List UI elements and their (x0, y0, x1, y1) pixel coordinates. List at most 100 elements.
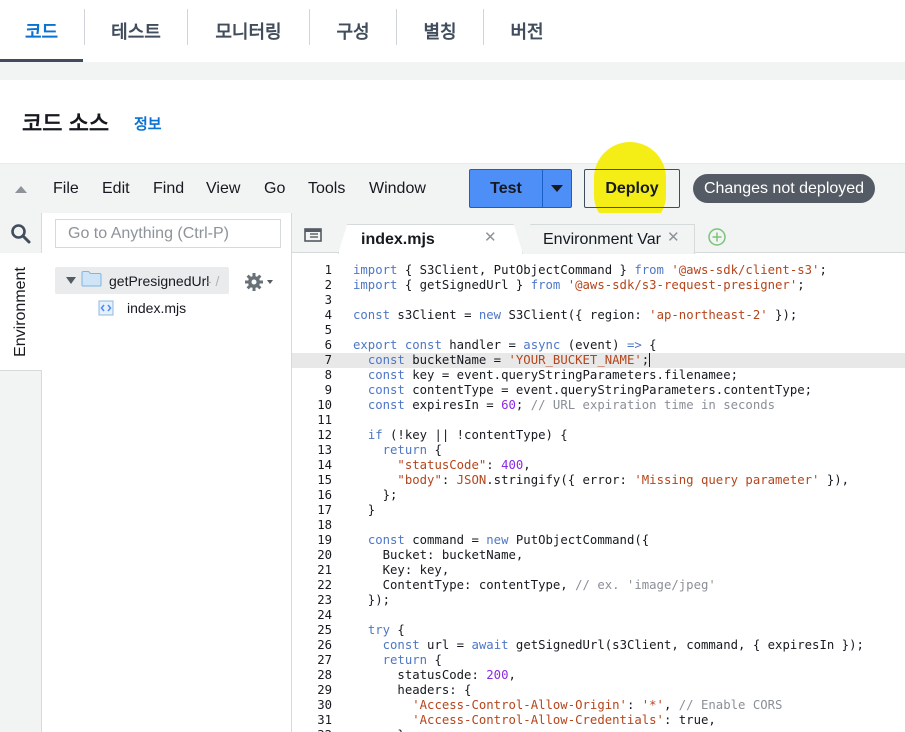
line-number: 21 (317, 563, 332, 577)
code-line[interactable]: 30 'Access-Control-Allow-Origin': '*', /… (292, 698, 905, 713)
line-number: 25 (317, 623, 332, 637)
tab-test[interactable]: 테스트 (85, 0, 187, 62)
code-line[interactable]: 28 statusCode: 200, (292, 668, 905, 683)
folder-name: getPresignedUrl (109, 273, 210, 289)
line-number: 26 (317, 638, 332, 652)
environment-tab-label: Environment (12, 267, 29, 357)
code-line[interactable]: 3 (292, 293, 905, 308)
code-line[interactable]: 31 'Access-Control-Allow-Credentials': t… (292, 713, 905, 728)
code-line[interactable]: 10 const expiresIn = 60; // URL expirati… (292, 398, 905, 413)
code-line[interactable]: 2 import { getSignedUrl } from '@aws-sdk/… (292, 278, 905, 293)
tab-aliases[interactable]: 별칭 (397, 0, 483, 62)
line-number: 10 (317, 398, 332, 412)
menu-window[interactable]: Window (369, 180, 426, 198)
code-line[interactable]: 17 } (292, 503, 905, 518)
line-number: 19 (317, 533, 332, 547)
line-content: import { getSignedUrl } from '@aws-sdk/s… (353, 278, 805, 292)
line-number: 18 (317, 518, 332, 532)
code-line[interactable]: 25 try { (292, 623, 905, 638)
line-content: const contentType = event.queryStringPar… (367, 383, 813, 397)
info-link[interactable]: 정보 (134, 113, 162, 134)
tab-code[interactable]: 코드 (0, 0, 83, 62)
line-content: }; (353, 488, 398, 502)
line-content: const bucketName = 'YOUR_BUCKET_NAME'; (367, 353, 650, 367)
code-line[interactable]: 20 Bucket: bucketName, (292, 548, 905, 563)
code-line[interactable]: 27 return { (292, 653, 905, 668)
search-toggle[interactable] (0, 213, 42, 253)
menu-file[interactable]: File (53, 180, 79, 198)
line-number: 17 (317, 503, 332, 517)
menu-go[interactable]: Go (264, 180, 285, 198)
section-spacer (0, 62, 905, 80)
code-line[interactable]: 26 const url = await getSignedUrl(s3Clie… (292, 638, 905, 653)
line-number: 16 (317, 488, 332, 502)
line-content: Key: key, (353, 563, 450, 577)
tab-menu-icon[interactable] (304, 228, 322, 242)
close-icon[interactable]: ✕ (667, 228, 680, 246)
line-number: 28 (317, 668, 332, 682)
menu-edit[interactable]: Edit (102, 180, 130, 198)
code-line[interactable]: 16 }; (292, 488, 905, 503)
tab-versions[interactable]: 버전 (484, 0, 570, 62)
line-number: 11 (317, 413, 332, 427)
code-line[interactable]: 32 }, (292, 728, 905, 732)
line-number: 23 (317, 593, 332, 607)
code-line[interactable]: 6 export const handler = async (event) =>… (292, 338, 905, 353)
code-line[interactable]: 9 const contentType = event.queryStringP… (292, 383, 905, 398)
code-line[interactable]: 23 }); (292, 593, 905, 608)
triangle-up-icon[interactable] (15, 186, 27, 193)
code-line[interactable]: 11 (292, 413, 905, 428)
code-line[interactable]: 19 const command = new PutObjectCommand(… (292, 533, 905, 548)
chevron-down-icon[interactable] (267, 280, 273, 284)
code-line[interactable]: 7 const bucketName = 'YOUR_BUCKET_NAME'; (292, 353, 905, 368)
tab-configuration[interactable]: 구성 (310, 0, 396, 62)
line-number: 14 (317, 458, 332, 472)
line-number: 27 (317, 653, 332, 667)
code-line[interactable]: 13 return { (292, 443, 905, 458)
caret-down-icon[interactable] (66, 277, 76, 284)
code-line[interactable]: 5 (292, 323, 905, 338)
line-content: }, (353, 728, 412, 732)
code-line[interactable]: 8 const key = event.queryStringParameter… (292, 368, 905, 383)
line-content: const s3Client = new S3Client({ region: … (353, 308, 798, 322)
code-line[interactable]: 22 ContentType: contentType, // ex. 'ima… (292, 578, 905, 593)
tab-monitoring[interactable]: 모니터링 (188, 0, 309, 62)
line-content: Bucket: bucketName, (353, 548, 524, 562)
code-line[interactable]: 21 Key: key, (292, 563, 905, 578)
line-content: } (353, 503, 376, 517)
line-number: 32 (292, 728, 332, 732)
file-item-index[interactable]: index.mjs (127, 300, 186, 316)
code-line[interactable]: 24 (292, 608, 905, 623)
menu-find[interactable]: Find (153, 180, 184, 198)
menu-view[interactable]: View (206, 180, 240, 198)
line-content: const command = new PutObjectCommand({ (367, 533, 650, 547)
code-line[interactable]: 1 import { S3Client, PutObjectCommand } f… (292, 263, 905, 278)
go-to-anything-input[interactable] (55, 219, 281, 248)
line-content: export const handler = async (event) => … (353, 338, 657, 352)
line-number: 22 (317, 578, 332, 592)
line-number: 8 (324, 368, 332, 382)
test-dropdown-button[interactable] (543, 170, 571, 207)
line-number: 30 (317, 698, 332, 712)
code-line[interactable]: 4 const s3Client = new S3Client({ region:… (292, 308, 905, 323)
close-icon[interactable]: ✕ (484, 228, 497, 246)
code-line[interactable]: 12 if (!key || !contentType) { (292, 428, 905, 443)
plus-circle-icon[interactable] (707, 227, 727, 247)
editor-tab-environment-label: Environment Var (543, 231, 661, 248)
line-content: }); (353, 593, 391, 607)
line-content: const url = await getSignedUrl(s3Client,… (382, 638, 864, 652)
gear-icon[interactable] (244, 272, 264, 292)
code-line[interactable]: 18 (292, 518, 905, 533)
test-button[interactable]: Test (470, 170, 543, 207)
function-tabs: 코드 테스트 모니터링 구성 별칭 버전 (0, 0, 905, 62)
deploy-button[interactable]: Deploy (584, 169, 680, 208)
line-content: "statusCode": 400, (397, 458, 531, 472)
code-line[interactable]: 29 headers: { (292, 683, 905, 698)
code-editor[interactable]: 1 import { S3Client, PutObjectCommand } f… (292, 254, 905, 732)
line-number: 3 (324, 293, 332, 307)
code-line[interactable]: 14 "statusCode": 400, (292, 458, 905, 473)
code-line[interactable]: 15 "body": JSON.stringify({ error: 'Miss… (292, 473, 905, 488)
chevron-down-icon (551, 185, 563, 192)
line-number: 31 (317, 713, 332, 727)
menu-tools[interactable]: Tools (308, 180, 345, 198)
